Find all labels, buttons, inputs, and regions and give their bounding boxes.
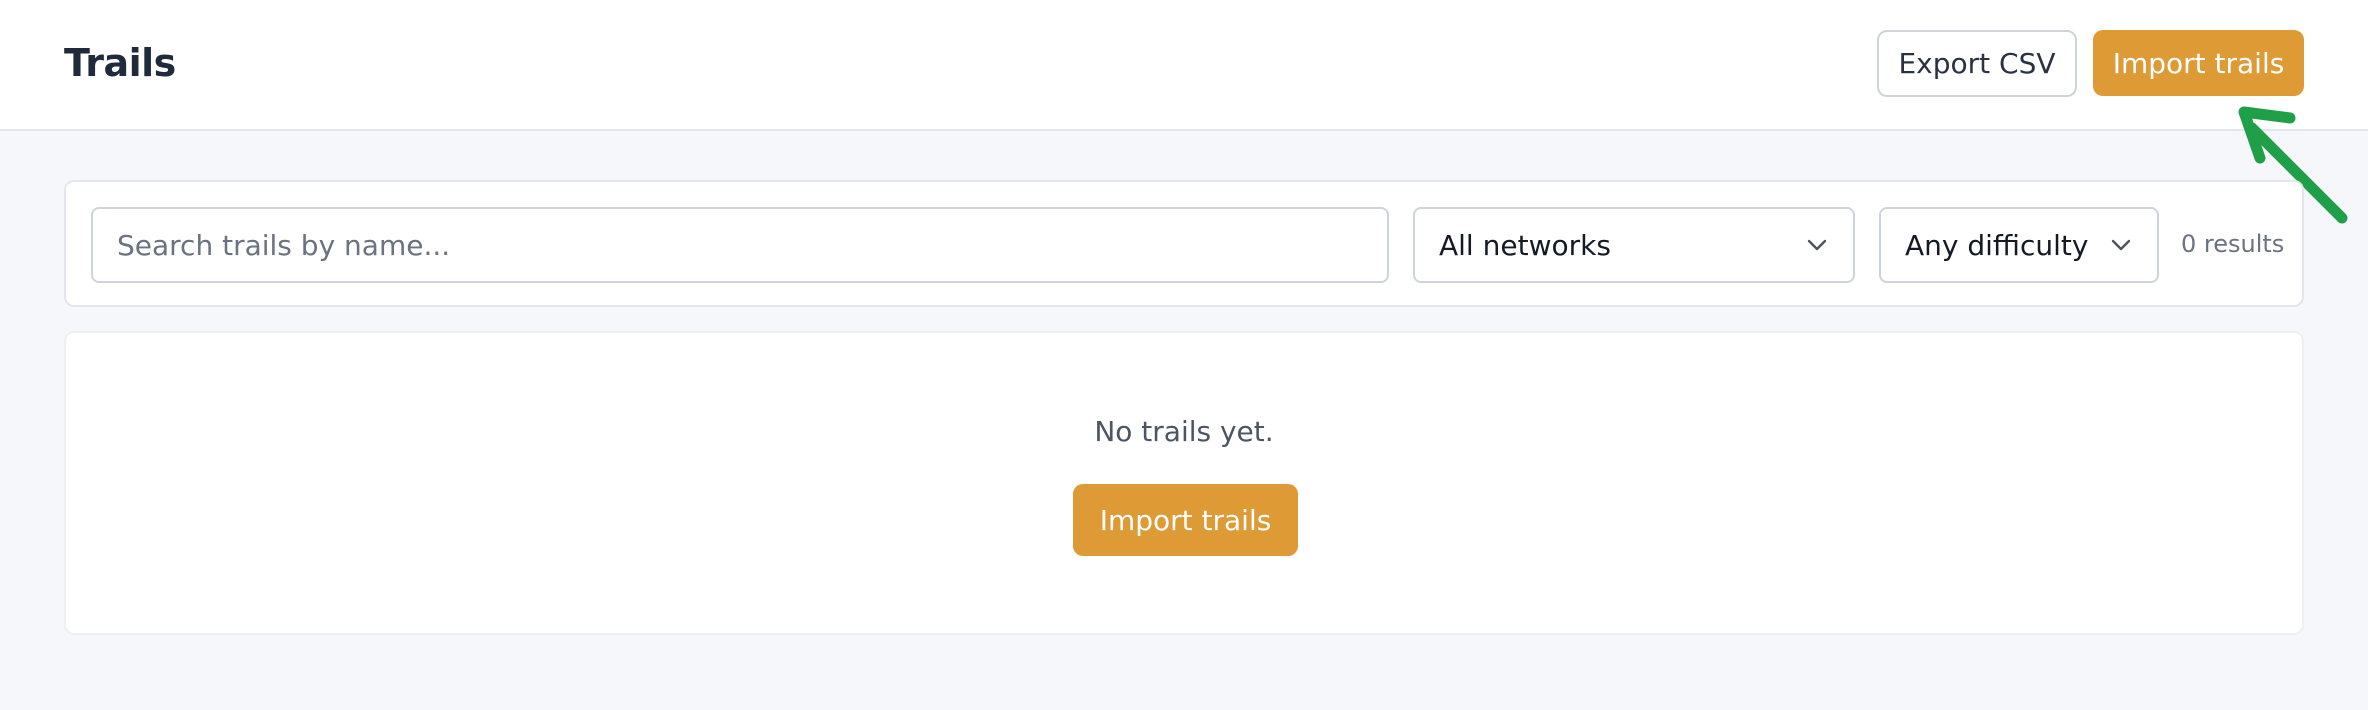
chevron-down-icon	[1807, 239, 1827, 251]
export-csv-button[interactable]: Export CSV	[1877, 30, 2077, 97]
empty-state-panel: No trails yet. Import trails	[64, 331, 2304, 635]
filter-bar: All networks Any difficulty 0 results	[64, 180, 2304, 307]
empty-state-message: No trails yet.	[1094, 415, 1274, 448]
empty-state-import-button[interactable]: Import trails	[1073, 484, 1298, 556]
results-count: 0 results	[2181, 230, 2285, 258]
search-input[interactable]	[91, 207, 1389, 283]
difficulty-select[interactable]: Any difficulty	[1879, 207, 2159, 283]
chevron-down-icon	[2111, 239, 2131, 251]
network-select-label: All networks	[1439, 228, 1611, 262]
page-header: Trails Export CSV Import trails	[0, 0, 2368, 131]
difficulty-select-label: Any difficulty	[1905, 228, 2089, 262]
page-title: Trails	[64, 41, 176, 85]
import-trails-button[interactable]: Import trails	[2093, 30, 2304, 96]
network-select[interactable]: All networks	[1413, 207, 1855, 283]
